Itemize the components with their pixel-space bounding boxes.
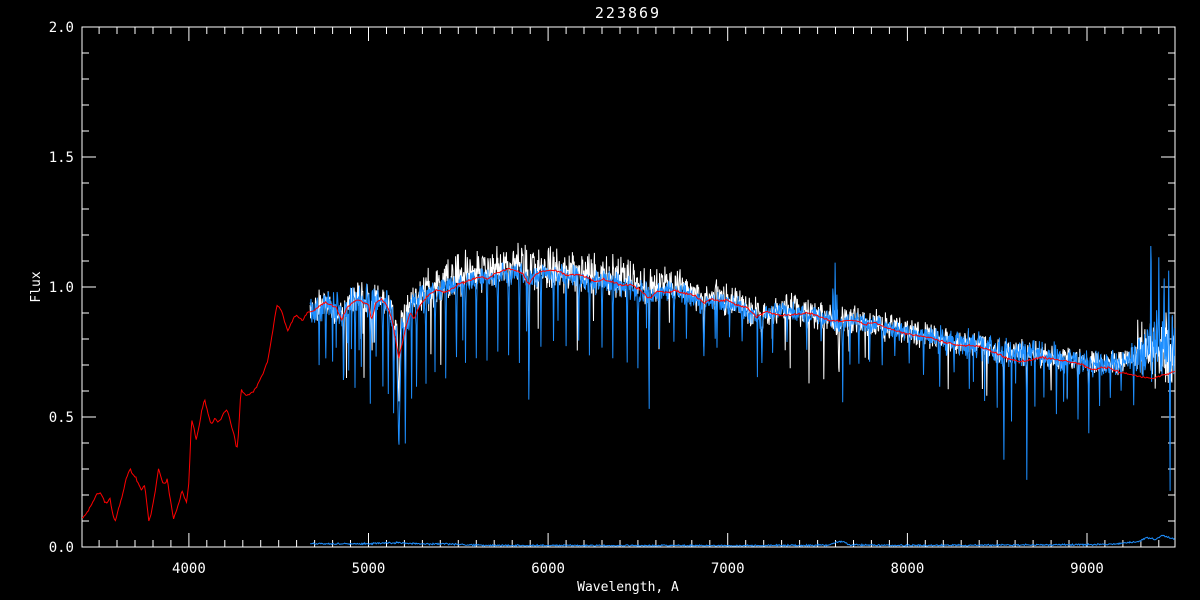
error-spectrum-blue-path xyxy=(310,534,1175,547)
x-tick-label: 7000 xyxy=(711,561,745,577)
y-tick-label: 0.5 xyxy=(49,410,74,426)
y-tick-label: 2.0 xyxy=(49,20,74,36)
x-tick-label: 5000 xyxy=(352,561,386,577)
plot-frame xyxy=(81,26,1176,548)
y-tick-label: 1.5 xyxy=(49,150,74,166)
y-tick-label: 0.0 xyxy=(49,540,74,556)
spectrum-chart: 4000 5000 6000 7000 8000 90000.00.51.01.52.0 … xyxy=(29,4,1176,595)
x-tick-label: 6000 xyxy=(531,561,565,577)
x-tick-label: 4000 xyxy=(172,561,206,577)
x-axis-label: Wavelength, A xyxy=(577,580,679,595)
data-series xyxy=(82,242,1175,547)
spectrum-plot-window: 4000 5000 6000 7000 8000 9000 0.0 0.5 1.0 1.5 2.0 … xyxy=(0,0,1200,600)
chart-title: 223869 xyxy=(595,4,661,22)
y-tick-label: 1.0 xyxy=(49,280,74,296)
x-tick-label: 9000 xyxy=(1070,561,1104,577)
y-axis-label: Flux xyxy=(29,271,44,302)
x-tick-label: 8000 xyxy=(891,561,925,577)
